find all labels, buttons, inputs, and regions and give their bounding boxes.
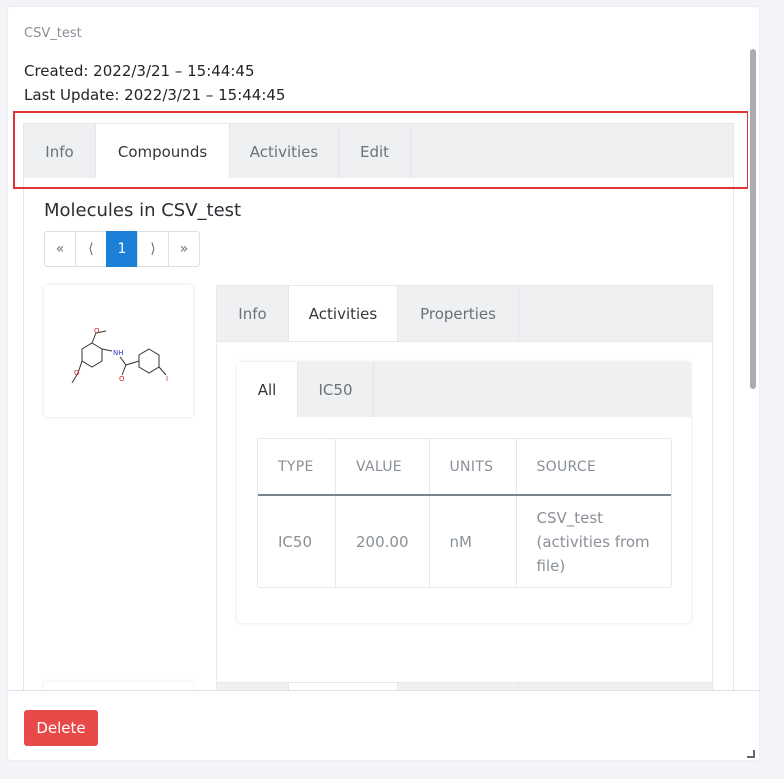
molecule-tab-properties[interactable]: Properties	[398, 286, 519, 341]
scroll-area[interactable]: CSV_test Created: 2022/3/21 – 15:44:45 L…	[8, 7, 748, 690]
svg-text:I: I	[166, 375, 168, 383]
last-update-timestamp: Last Update: 2022/3/21 – 15:44:45	[24, 86, 286, 104]
next-molecule-tab-1[interactable]	[217, 683, 289, 690]
column-header-units[interactable]: UNITS	[429, 439, 517, 496]
tab-edit[interactable]: Edit	[339, 124, 411, 179]
pager-prev-button[interactable]: ⟨	[75, 231, 107, 267]
tab-activities[interactable]: Activities	[230, 124, 339, 179]
molecule-tab-info[interactable]: Info	[217, 286, 289, 341]
svg-text:O: O	[94, 327, 100, 335]
molecules-title: Molecules in CSV_test	[44, 200, 242, 221]
table-row: IC50 200.00 nM CSV_test (activities from…	[258, 495, 671, 587]
footer-bar: Delete	[8, 690, 759, 760]
activity-type-tab-bar: All IC50	[237, 362, 691, 417]
molecule-tab-activities[interactable]: Activities	[289, 286, 398, 341]
pager-page-1[interactable]: 1	[106, 231, 138, 267]
column-header-type[interactable]: TYPE	[258, 439, 336, 496]
main-tab-bar: Info Compounds Activities Edit	[23, 123, 734, 179]
pager-last-button[interactable]: »	[168, 231, 200, 267]
column-header-source[interactable]: SOURCE	[516, 439, 671, 496]
column-header-value[interactable]: VALUE	[335, 439, 430, 496]
molecule-structure-card[interactable]: NH O O O I	[44, 285, 193, 417]
next-molecule-tab-3[interactable]	[398, 683, 519, 690]
vertical-scrollbar[interactable]	[750, 49, 756, 389]
pager-first-button[interactable]: «	[44, 231, 76, 267]
cell-units: nM	[429, 495, 517, 587]
next-molecule-details-card	[216, 682, 713, 690]
dataset-detail-card: CSV_test Created: 2022/3/21 – 15:44:45 L…	[8, 7, 759, 760]
cell-source: CSV_test (activities from file)	[536, 508, 650, 575]
svg-text:O: O	[74, 369, 80, 377]
svg-text:NH: NH	[113, 349, 124, 357]
tab-info[interactable]: Info	[24, 124, 96, 179]
svg-text:O: O	[119, 375, 125, 383]
pagination: « ⟨ 1 ⟩ »	[44, 231, 200, 267]
next-molecule-card[interactable]	[44, 682, 193, 690]
activity-tab-ic50[interactable]: IC50	[298, 362, 374, 417]
activity-tab-all[interactable]: All	[237, 362, 298, 417]
dataset-name: CSV_test	[24, 26, 82, 41]
molecule-tab-bar: Info Activities Properties	[217, 286, 712, 342]
cell-type: IC50	[258, 495, 336, 587]
tab-compounds[interactable]: Compounds	[96, 124, 230, 179]
activities-card: All IC50 TYPE VALUE UNITS SOURCE IC50 20…	[237, 362, 691, 623]
next-molecule-tab-2[interactable]	[289, 683, 398, 690]
created-timestamp: Created: 2022/3/21 – 15:44:45	[24, 62, 255, 80]
molecule-details-card: Info Activities Properties All IC50 TYPE…	[216, 285, 713, 687]
pager-next-button[interactable]: ⟩	[137, 231, 169, 267]
next-molecule-tab-bar	[217, 683, 712, 690]
cell-value: 200.00	[335, 495, 430, 587]
delete-button[interactable]: Delete	[24, 710, 98, 746]
resize-grip-icon[interactable]	[747, 750, 755, 758]
molecule-structure-image: NH O O O I	[71, 327, 168, 384]
activities-table: TYPE VALUE UNITS SOURCE IC50 200.00 nM C…	[257, 438, 672, 588]
